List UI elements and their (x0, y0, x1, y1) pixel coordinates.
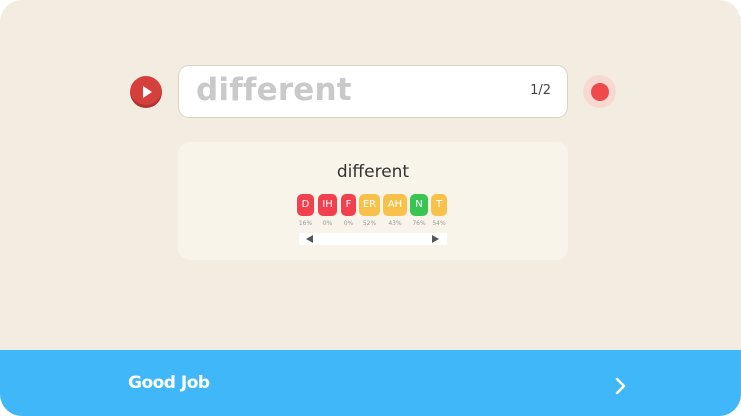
analysis-word: different (336, 162, 410, 182)
phoneme-score: 54% (432, 220, 446, 227)
phoneme-chip[interactable]: N (410, 194, 428, 216)
phoneme-chip[interactable]: T (431, 194, 447, 216)
play-icon (143, 86, 152, 98)
record-button[interactable] (583, 75, 616, 108)
pronunciation-panel: different D IH F ER AH N T 16% 0% 0% 52%… (178, 142, 568, 260)
phoneme-scrollbar[interactable] (299, 233, 447, 245)
practice-card: different 1/2 different D IH F ER AH N T… (0, 0, 741, 416)
play-audio-button[interactable] (130, 76, 162, 108)
phoneme-score: 16% (298, 220, 313, 227)
phoneme-score: 43% (388, 220, 402, 227)
phoneme-chips: D IH F ER AH N T (297, 194, 457, 216)
phoneme-score: 76% (412, 220, 426, 227)
feedback-message: Good Job (128, 373, 210, 393)
caret-right-icon[interactable] (432, 235, 439, 243)
caret-left-icon[interactable] (306, 235, 313, 243)
phoneme-chip[interactable]: AH (383, 194, 407, 216)
phoneme-score: 52% (362, 220, 377, 227)
feedback-bar: Good Job (0, 350, 741, 416)
phoneme-score: 0% (322, 220, 333, 227)
phoneme-score: 0% (343, 220, 354, 227)
phoneme-chip[interactable]: IH (318, 194, 337, 216)
record-icon (590, 82, 609, 101)
next-button[interactable] (605, 371, 635, 401)
chevron-right-icon (615, 377, 626, 395)
phoneme-chip[interactable]: D (297, 194, 314, 216)
phoneme-chip[interactable]: F (341, 194, 356, 216)
word-counter: 1/2 (530, 83, 551, 98)
word-display-field: different 1/2 (178, 65, 568, 118)
target-word: different (196, 72, 352, 108)
phoneme-chip[interactable]: ER (359, 194, 380, 216)
